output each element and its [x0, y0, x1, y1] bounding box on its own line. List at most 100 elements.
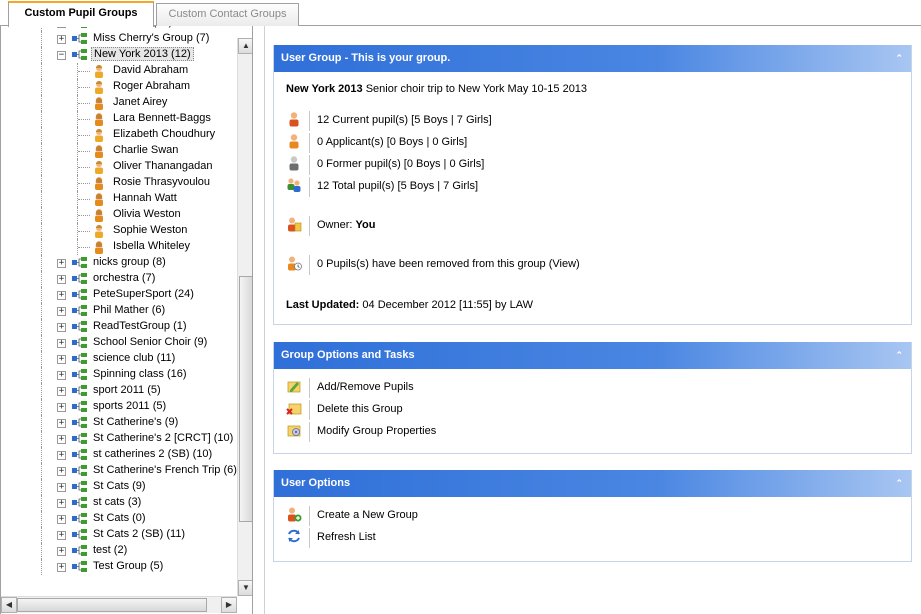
- tree-group-label[interactable]: test (2): [91, 544, 129, 556]
- tree-group-label[interactable]: sport 2011 (5): [91, 384, 163, 396]
- scroll-down-button[interactable]: ▼: [238, 580, 252, 596]
- tree-pupil-label[interactable]: Hannah Watt: [111, 192, 179, 204]
- expand-toggle-icon[interactable]: +: [57, 499, 66, 508]
- collapse-chevron-icon[interactable]: ⌃: [895, 470, 903, 497]
- tree-pupil-item[interactable]: Sophie Weston: [1, 223, 237, 239]
- tree-pupil-item[interactable]: Lara Bennett-Baggs: [1, 111, 237, 127]
- collapse-chevron-icon[interactable]: ⌃: [895, 342, 903, 369]
- tab-custom-contact-groups[interactable]: Custom Contact Groups: [156, 3, 299, 26]
- tree-group-label[interactable]: PeteSuperSport (24): [91, 288, 196, 300]
- delete-group-link[interactable]: Delete this Group: [317, 401, 403, 417]
- user-options-header[interactable]: User Options ⌃: [274, 470, 911, 497]
- tree-pupil-item[interactable]: Janet Airey: [1, 95, 237, 111]
- tree-group-item[interactable]: + School Senior Choir (9): [1, 335, 237, 351]
- tree-pupil-item[interactable]: Olivia Weston: [1, 207, 237, 223]
- expand-toggle-icon[interactable]: +: [57, 259, 66, 268]
- horizontal-scroll-thumb[interactable]: [17, 598, 207, 612]
- expand-toggle-icon[interactable]: +: [57, 403, 66, 412]
- tree-pupil-label[interactable]: Lara Bennett-Baggs: [111, 112, 213, 124]
- tree-group-item[interactable]: + ReadTestGroup (1): [1, 319, 237, 335]
- tree-pupil-item[interactable]: Rosie Thrasyvoulou: [1, 175, 237, 191]
- tree-pupil-label[interactable]: Isbella Whiteley: [111, 240, 192, 252]
- tree-vertical-scrollbar[interactable]: ▲ ▼: [237, 38, 252, 596]
- expand-toggle-icon[interactable]: +: [57, 387, 66, 396]
- tree-group-item[interactable]: + sports 2011 (5): [1, 399, 237, 415]
- tree-pupil-item[interactable]: Oliver Thanangadan: [1, 159, 237, 175]
- tree-group-item[interactable]: + Phil Mather (6): [1, 303, 237, 319]
- tree-group-label[interactable]: St Catherine's French Trip (6): [91, 464, 237, 476]
- tree-group-item[interactable]: + St Cats 2 (SB) (11): [1, 527, 237, 543]
- scroll-up-button[interactable]: ▲: [238, 38, 252, 54]
- expand-toggle-icon[interactable]: +: [57, 307, 66, 316]
- expand-toggle-icon[interactable]: +: [57, 419, 66, 428]
- expand-toggle-icon[interactable]: +: [57, 275, 66, 284]
- expand-toggle-icon[interactable]: −: [57, 51, 66, 60]
- expand-toggle-icon[interactable]: +: [57, 483, 66, 492]
- expand-toggle-icon[interactable]: +: [57, 563, 66, 572]
- expand-toggle-icon[interactable]: +: [57, 467, 66, 476]
- tree-group-item[interactable]: + nicks group (8): [1, 255, 237, 271]
- tree-group-item[interactable]: + orchestra (7): [1, 271, 237, 287]
- tree-group-item[interactable]: + st cats (3): [1, 495, 237, 511]
- tree-pupil-label[interactable]: Elizabeth Choudhury: [111, 128, 217, 140]
- tree-pupil-item[interactable]: Elizabeth Choudhury: [1, 127, 237, 143]
- group-options-header[interactable]: Group Options and Tasks ⌃: [274, 342, 911, 369]
- vertical-scroll-thumb[interactable]: [239, 276, 252, 522]
- tree-group-label[interactable]: St Cats (9): [91, 480, 148, 492]
- tree-group-label[interactable]: St Cats (0): [91, 512, 148, 524]
- tree-group-label[interactable]: Miss Cherry's Group (7): [91, 32, 211, 44]
- tree-group-label[interactable]: Phil Mather (6): [91, 304, 167, 316]
- expand-toggle-icon[interactable]: +: [57, 291, 66, 300]
- tree-group-label[interactable]: st catherines 2 (SB) (10): [91, 448, 214, 460]
- tree-pupil-item[interactable]: Charlie Swan: [1, 143, 237, 159]
- tree-pupil-item[interactable]: Isbella Whiteley: [1, 239, 237, 255]
- tree-pupil-label[interactable]: David Abraham: [111, 64, 190, 76]
- tree-group-label[interactable]: ReadTestGroup (1): [91, 320, 189, 332]
- tree-pupil-label[interactable]: Olivia Weston: [111, 208, 183, 220]
- modify-group-link[interactable]: Modify Group Properties: [317, 423, 436, 439]
- expand-toggle-icon[interactable]: +: [57, 547, 66, 556]
- refresh-list-link[interactable]: Refresh List: [317, 529, 376, 545]
- tree-group-item[interactable]: + St Catherine's (9): [1, 415, 237, 431]
- tree-group-item[interactable]: + Spinning class (16): [1, 367, 237, 383]
- tree-pupil-label[interactable]: Janet Airey: [111, 96, 169, 108]
- tree-pupil-label[interactable]: Charlie Swan: [111, 144, 180, 156]
- tree-group-label[interactable]: science club (11): [91, 352, 177, 364]
- expand-toggle-icon[interactable]: +: [57, 355, 66, 364]
- tree-pupil-label[interactable]: Sophie Weston: [111, 224, 189, 236]
- tree-group-label[interactable]: orchestra (7): [91, 272, 157, 284]
- tree-pupil-label[interactable]: Oliver Thanangadan: [111, 160, 214, 172]
- tree-group-label[interactable]: St Catherine's 2 [CRCT] (10): [91, 432, 235, 444]
- tree-group-item-expanded[interactable]: − New York 2013 (12): [1, 47, 237, 63]
- expand-toggle-icon[interactable]: +: [57, 435, 66, 444]
- tree-group-item[interactable]: + PeteSuperSport (24): [1, 287, 237, 303]
- tree-group-item[interactable]: + St Cats (9): [1, 479, 237, 495]
- tree-group-label[interactable]: Spinning class (16): [91, 368, 189, 380]
- tree-group-item[interactable]: + st catherines 2 (SB) (10): [1, 447, 237, 463]
- removed-pupils-link[interactable]: 0 Pupils(s) have been removed from this …: [317, 256, 580, 272]
- tree-group-label[interactable]: Test Group (5): [91, 560, 165, 572]
- user-group-header[interactable]: User Group - This is your group. ⌃: [274, 45, 911, 72]
- tree-group-item[interactable]: + Miss Cherry's Group (7): [1, 31, 237, 47]
- create-group-link[interactable]: Create a New Group: [317, 507, 418, 523]
- tree-group-item[interactable]: + Test Group (5): [1, 559, 237, 575]
- add-remove-pupils-link[interactable]: Add/Remove Pupils: [317, 379, 414, 395]
- expand-toggle-icon[interactable]: +: [57, 323, 66, 332]
- tree-pupil-label[interactable]: Rosie Thrasyvoulou: [111, 176, 212, 188]
- tree-group-label[interactable]: nicks group (8): [91, 256, 168, 268]
- tree-horizontal-scrollbar[interactable]: ◀ ▶: [1, 596, 237, 613]
- tree-group-label[interactable]: New York 2013 (12): [91, 47, 194, 61]
- scroll-left-button[interactable]: ◀: [1, 597, 17, 613]
- expand-toggle-icon[interactable]: +: [57, 371, 66, 380]
- tree-group-item[interactable]: + St Catherine's 2 [CRCT] (10): [1, 431, 237, 447]
- scroll-right-button[interactable]: ▶: [221, 597, 237, 613]
- tree-group-label[interactable]: School Senior Choir (9): [91, 336, 209, 348]
- expand-toggle-icon[interactable]: +: [57, 515, 66, 524]
- collapse-chevron-icon[interactable]: ⌃: [895, 45, 903, 72]
- tree-group-label[interactable]: St Catherine's (9): [91, 416, 180, 428]
- expand-toggle-icon[interactable]: +: [57, 35, 66, 44]
- tree-pupil-item[interactable]: Hannah Watt: [1, 191, 237, 207]
- tree-group-item[interactable]: + St Cats (0): [1, 511, 237, 527]
- expand-toggle-icon[interactable]: +: [57, 339, 66, 348]
- tree-group-item[interactable]: + science club (11): [1, 351, 237, 367]
